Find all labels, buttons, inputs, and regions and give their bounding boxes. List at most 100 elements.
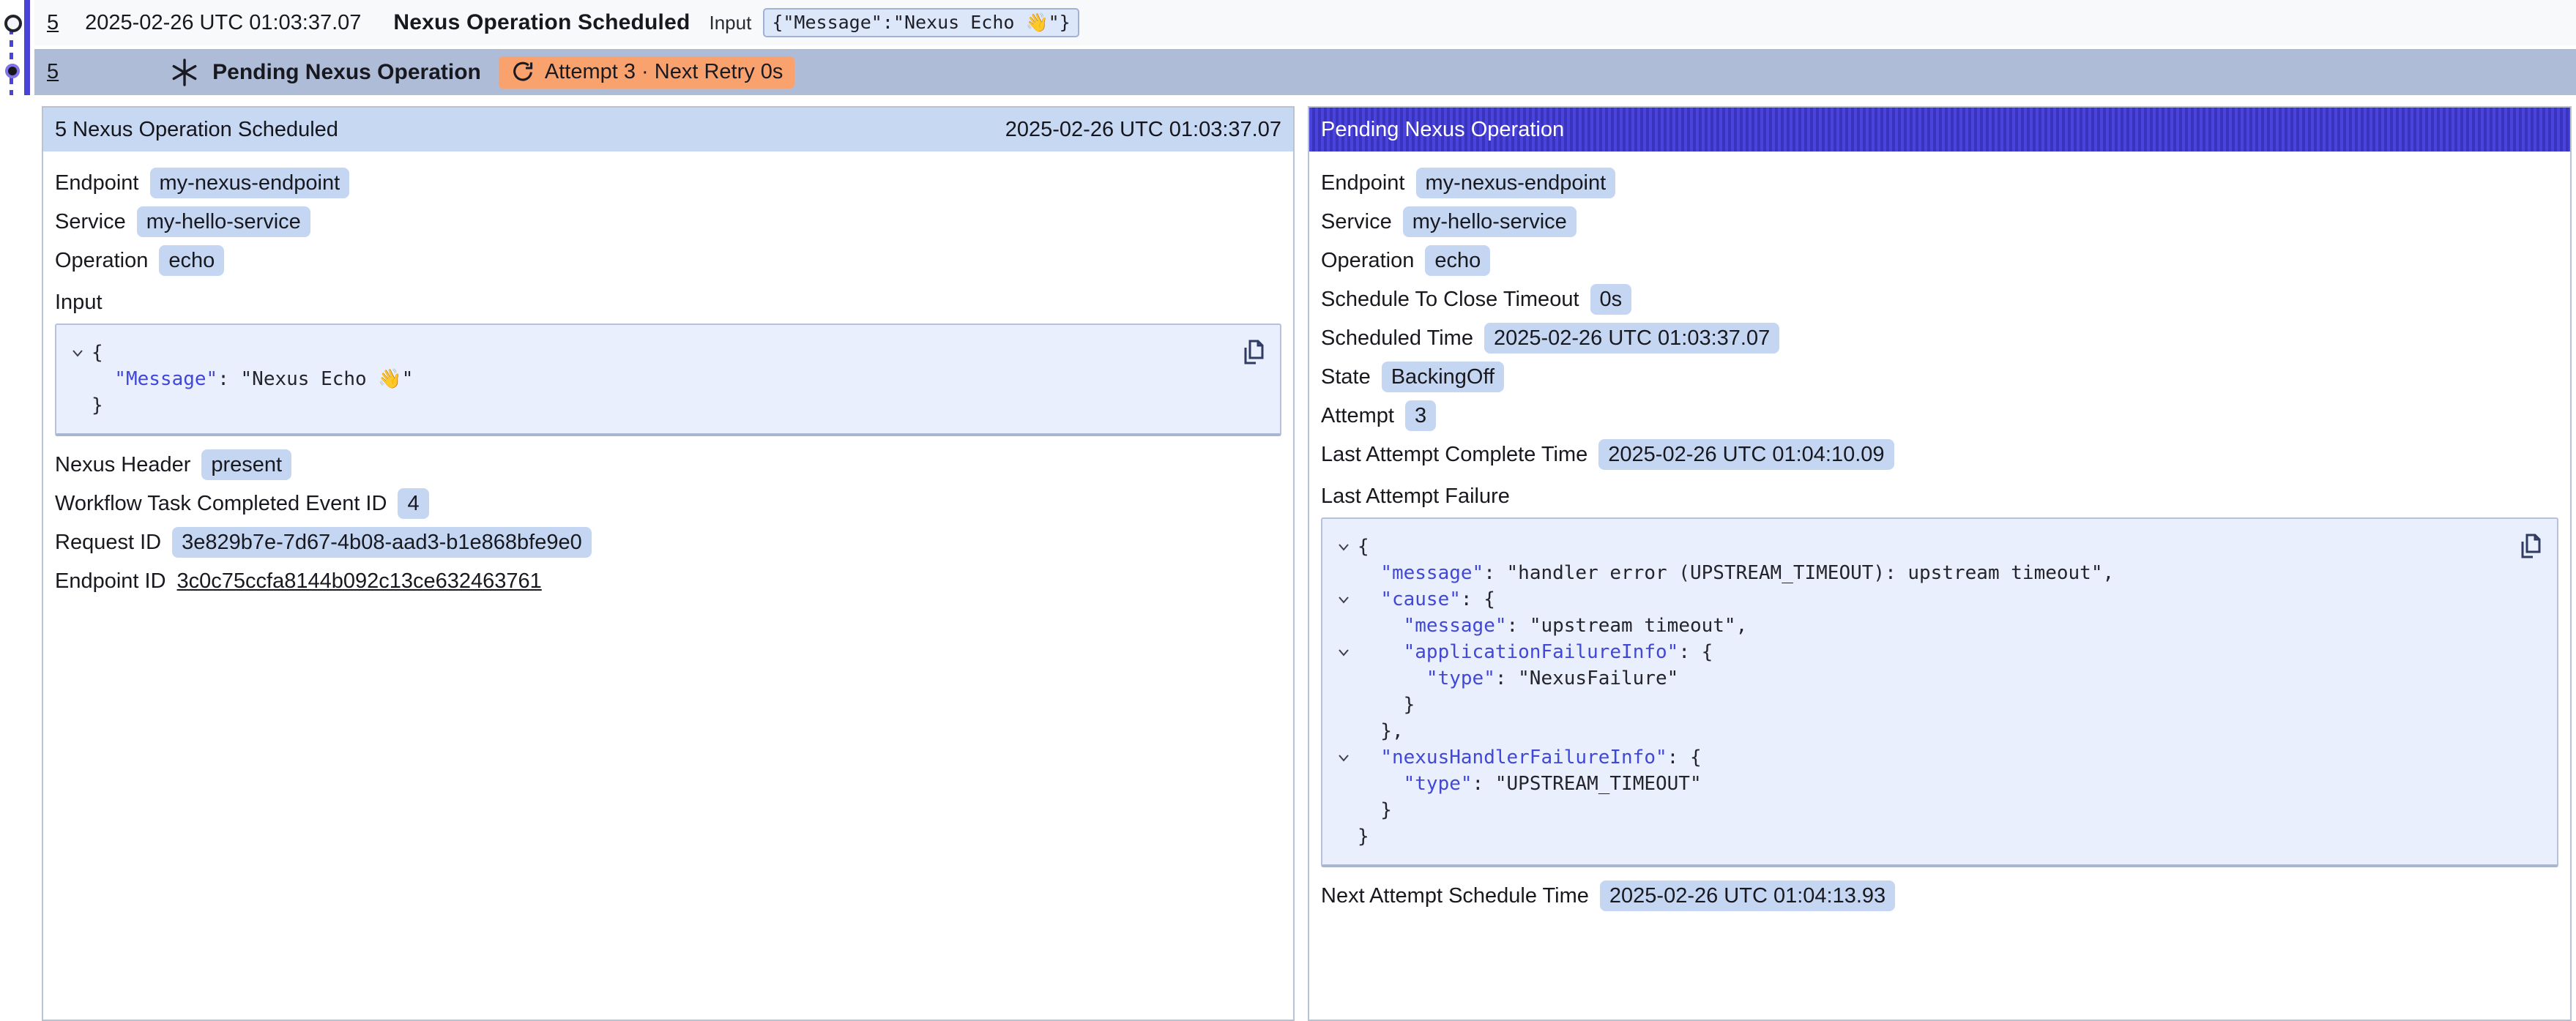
code-gutter xyxy=(1330,560,1358,586)
field-value: 0s xyxy=(1590,284,1632,315)
code-text: } xyxy=(1358,692,1415,718)
field-endpoint: Endpoint my-nexus-endpoint xyxy=(55,168,1281,198)
field-attempt: Attempt 3 xyxy=(1321,400,2558,431)
code-text: "type": "UPSTREAM_TIMEOUT" xyxy=(1358,771,1702,797)
field-service: Service my-hello-service xyxy=(1321,206,2558,237)
code-text: } xyxy=(1358,823,1369,850)
field-value: my-nexus-endpoint xyxy=(1416,168,1616,198)
pending-operation-header: Pending Nexus Operation xyxy=(1309,108,2570,152)
code-line: } xyxy=(1330,797,2510,823)
field-label: Schedule To Close Timeout xyxy=(1321,288,1579,312)
pending-nexus-operation-row[interactable]: 5 Pending Nexus Operation Attempt 3 · Ne… xyxy=(34,49,2576,95)
field-value: 2025-02-26 UTC 01:04:13.93 xyxy=(1600,880,1895,911)
code-line: "message": "upstream timeout", xyxy=(1330,613,2510,639)
field-label: Endpoint ID xyxy=(55,569,166,594)
field-value: 2025-02-26 UTC 01:03:37.07 xyxy=(1484,323,1779,354)
code-line: } xyxy=(1330,823,2510,850)
code-text: } xyxy=(1358,797,1392,823)
pending-operation-header-title: Pending Nexus Operation xyxy=(1321,118,1564,142)
timeline-event-dot-icon xyxy=(4,15,22,32)
code-text: } xyxy=(92,392,103,419)
attempt-retry-badge: Attempt 3 · Next Retry 0s xyxy=(499,56,795,89)
code-line: "message": "handler error (UPSTREAM_TIME… xyxy=(1330,560,2510,586)
code-line: "applicationFailureInfo": { xyxy=(1330,639,2510,665)
timeline-active-bar xyxy=(24,0,30,95)
code-line: { xyxy=(64,340,1233,366)
event-row-nexus-operation-scheduled[interactable]: 5 2025-02-26 UTC 01:03:37.07 Nexus Opera… xyxy=(34,0,2576,45)
code-line: }, xyxy=(1330,718,2510,744)
chevron-down-icon[interactable] xyxy=(1330,744,1358,771)
event-input-label: Input xyxy=(710,12,752,34)
code-line: "type": "NexusFailure" xyxy=(1330,665,2510,692)
field-last-attempt-complete-time: Last Attempt Complete Time2025-02-26 UTC… xyxy=(1321,439,2558,470)
field-service: Servicemy-hello-service xyxy=(55,206,1281,237)
field-value[interactable]: 3c0c75ccfa8144b092c13ce632463761 xyxy=(177,569,542,594)
pending-event-id-link[interactable]: 5 xyxy=(47,60,59,84)
field-nexus-header: Nexus Headerpresent xyxy=(55,449,1281,480)
chevron-down-icon[interactable] xyxy=(1330,586,1358,613)
code-text: "nexusHandlerFailureInfo": { xyxy=(1358,744,1702,771)
field-label: Request ID xyxy=(55,531,161,555)
field-value: present xyxy=(201,449,291,480)
code-line: "Message": "Nexus Echo 👋" xyxy=(64,366,1233,392)
field-value: my-hello-service xyxy=(137,206,310,237)
last-attempt-failure-label: Last Attempt Failure xyxy=(1321,485,2558,509)
field-workflow-task-completed-event-id: Workflow Task Completed Event ID4 xyxy=(55,488,1281,519)
field-label: Scheduled Time xyxy=(1321,326,1473,351)
field-next-attempt-schedule-time: Next Attempt Schedule Time2025-02-26 UTC… xyxy=(1321,880,2558,911)
field-label: Service xyxy=(1321,210,1392,234)
field-operation: Operationecho xyxy=(55,245,1281,276)
field-endpoint-id: Endpoint ID 3c0c75ccfa8144b092c13ce632463… xyxy=(55,566,1281,596)
field-value: echo xyxy=(1425,245,1490,276)
chevron-down-icon[interactable] xyxy=(1330,534,1358,560)
code-line: "nexusHandlerFailureInfo": { xyxy=(1330,744,2510,771)
code-text: }, xyxy=(1358,718,1404,744)
code-text: "cause": { xyxy=(1358,586,1495,613)
code-text: "message": "upstream timeout", xyxy=(1358,613,1747,639)
field-value: my-hello-service xyxy=(1403,206,1577,237)
event-input-preview: {"Message":"Nexus Echo 👋"} xyxy=(763,8,1079,37)
code-gutter xyxy=(1330,823,1358,850)
copy-button[interactable] xyxy=(2512,529,2545,563)
code-text: "message": "handler error (UPSTREAM_TIME… xyxy=(1358,560,2114,586)
attempt-badge-text: Attempt 3 · Next Retry 0s xyxy=(545,60,783,84)
code-line: } xyxy=(1330,692,2510,718)
pending-operation-panel: Pending Nexus Operation Endpointmy-nexus… xyxy=(1308,106,2572,1021)
chevron-down-icon[interactable] xyxy=(64,340,92,366)
input-json-block: { "Message": "Nexus Echo 👋"} xyxy=(55,323,1281,436)
code-text: { xyxy=(1358,534,1369,560)
event-detail-panel: 5 Nexus Operation Scheduled 2025-02-26 U… xyxy=(42,106,1295,1021)
event-title: Nexus Operation Scheduled xyxy=(393,10,690,35)
field-label: Operation xyxy=(55,249,148,273)
code-line: } xyxy=(64,392,1233,419)
chevron-down-icon[interactable] xyxy=(1330,639,1358,665)
field-label: Operation xyxy=(1321,249,1414,273)
field-schedule-to-close-timeout: Schedule To Close Timeout 0s xyxy=(1321,284,2558,315)
code-gutter xyxy=(1330,718,1358,744)
input-section-label: Input xyxy=(55,291,1281,315)
field-state: State BackingOff xyxy=(1321,362,2558,392)
code-gutter xyxy=(1330,797,1358,823)
event-detail-header-timestamp: 2025-02-26 UTC 01:03:37.07 xyxy=(1005,118,1281,142)
field-operation: Operation echo xyxy=(1321,245,2558,276)
copy-icon xyxy=(1237,337,1266,367)
field-value: 3 xyxy=(1405,400,1436,431)
event-timestamp: 2025-02-26 UTC 01:03:37.07 xyxy=(85,11,361,35)
event-detail-header: 5 Nexus Operation Scheduled 2025-02-26 U… xyxy=(43,108,1293,152)
event-detail-header-title: 5 Nexus Operation Scheduled xyxy=(55,118,338,142)
failure-json-block: { "message": "handler error (UPSTREAM_TI… xyxy=(1321,517,2558,867)
field-label: Last Attempt Complete Time xyxy=(1321,443,1587,467)
code-line: "type": "UPSTREAM_TIMEOUT" xyxy=(1330,771,2510,797)
code-text: "Message": "Nexus Echo 👋" xyxy=(92,366,413,392)
field-value: BackingOff xyxy=(1382,362,1504,392)
field-label: Attempt xyxy=(1321,404,1394,428)
timeline-connector-line xyxy=(10,28,13,95)
field-endpoint: Endpointmy-nexus-endpoint xyxy=(1321,168,2558,198)
field-label: Endpoint xyxy=(55,171,139,195)
code-text: "type": "NexusFailure" xyxy=(1358,665,1678,692)
copy-button[interactable] xyxy=(1235,335,1268,369)
field-label: State xyxy=(1321,365,1371,389)
field-value: my-nexus-endpoint xyxy=(150,168,350,198)
asterisk-icon xyxy=(168,56,201,89)
event-id-link[interactable]: 5 xyxy=(47,11,59,35)
